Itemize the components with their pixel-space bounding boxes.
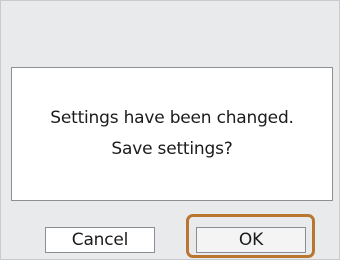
ok-button[interactable]: OK: [196, 227, 306, 253]
message-line-1: Settings have been changed.: [50, 108, 294, 128]
message-box: Settings have been changed. Save setting…: [11, 67, 333, 201]
message-line-2: Save settings?: [111, 139, 233, 159]
cancel-button[interactable]: Cancel: [45, 227, 155, 253]
confirmation-screen: Settings have been changed. Save setting…: [0, 0, 340, 260]
